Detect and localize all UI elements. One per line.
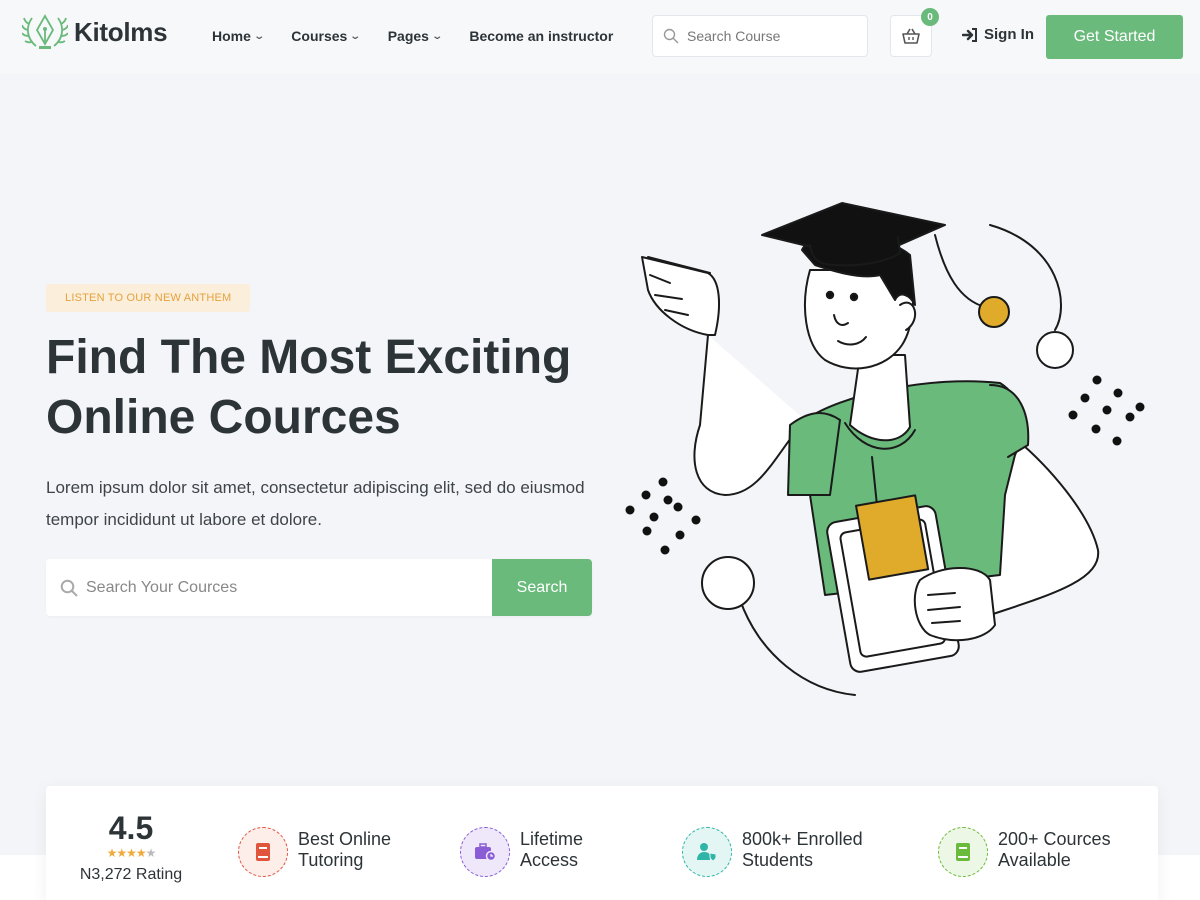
rating-count: N3,272 Rating [79,866,183,883]
feature-label: 200+ Cources Available [998,829,1111,871]
sign-in-link[interactable]: Sign In [962,26,1034,43]
nav-pages-label: Pages [387,28,429,44]
star-icon: ★ [116,846,127,860]
feature-label-line1: 800k+ Enrolled [742,829,863,849]
brand-logo[interactable]: Kitolms [22,12,168,52]
chevron-down-icon: ⌄ [431,30,444,42]
feature-icon-wrap [938,827,988,877]
feature-enrolled-students: 800k+ Enrolled Students [682,827,863,877]
feature-courses-available: 200+ Cources Available [938,827,1111,877]
stats-card: 4.5 ★★★★★ N3,272 Rating Best Online Tuto… [46,786,1158,900]
nav-become-instructor[interactable]: Become an instructor [469,28,613,44]
hero-search-input[interactable] [86,578,466,597]
anthem-tag[interactable]: LISTEN TO OUR NEW ANTHEM [46,284,251,312]
hero-title-line1: Find The Most Exciting [46,331,572,384]
sign-in-label: Sign In [984,26,1034,43]
user-shield-icon [697,843,717,862]
student-illustration [625,202,1145,696]
feature-label: 800k+ Enrolled Students [742,829,863,871]
header-search-input[interactable] [687,28,857,44]
basket-icon [902,28,920,44]
feature-best-tutoring: Best Online Tutoring [238,827,391,877]
hero-search: Search [46,559,592,616]
star-icon: ★ [106,846,118,860]
search-icon [663,28,679,44]
half-star-icon: ★ [145,846,157,860]
header-search [652,15,868,57]
nav-courses[interactable]: Courses ⌄ [291,28,362,44]
feature-label: Lifetime Access [520,829,583,871]
feature-icon-wrap [460,827,510,877]
feature-icon-wrap [682,827,732,877]
feature-lifetime-access: Lifetime Access [460,827,583,877]
hero-title: Find The Most Exciting Online Cources [46,328,606,448]
nav-home-label: Home [212,28,251,44]
brand-name: Kitolms [74,16,168,47]
book-icon [956,843,970,861]
rating-block: 4.5 ★★★★★ N3,272 Rating [76,810,186,884]
search-icon [60,579,78,597]
nav-pages[interactable]: Pages ⌄ [387,28,444,44]
cart-count-badge: 0 [921,8,939,26]
nav-become-instructor-label: Become an instructor [469,28,614,44]
feature-label-line2: Tutoring [298,850,364,870]
hero-description: Lorem ipsum dolor sit amet, consectetur … [46,478,585,529]
cart-button[interactable]: 0 [890,8,939,57]
feature-label-line1: Best Online [298,829,392,849]
site-header: Kitolms Home ⌄ Courses ⌄ Pages ⌄ Become … [0,0,1200,74]
feature-label-line1: 200+ Cources [998,829,1111,849]
hero-title-line2: Online Cources [46,391,401,444]
briefcase-clock-icon [475,843,496,861]
get-started-button[interactable]: Get Started [1046,15,1183,59]
book-icon [256,843,270,861]
star-icon: ★ [126,846,137,860]
laurel-pen-logo-icon [22,14,68,49]
feature-icon-wrap [238,827,288,877]
chevron-down-icon: ⌄ [349,30,362,42]
feature-label: Best Online Tutoring [298,829,391,871]
nav-home[interactable]: Home ⌄ [212,28,265,44]
feature-label-line2: Available [998,850,1071,870]
main-nav: Home ⌄ Courses ⌄ Pages ⌄ Become an instr… [212,28,613,44]
feature-label-line2: Access [520,850,579,870]
feature-label-line1: Lifetime [520,829,584,849]
hero-search-button[interactable]: Search [492,559,592,616]
rating-value: 4.5 [108,810,154,846]
rating-stars: ★★★★★ [76,846,186,860]
sign-in-icon [962,27,977,42]
nav-courses-label: Courses [291,28,348,44]
star-icon: ★ [135,846,147,860]
feature-label-line2: Students [742,850,814,870]
chevron-down-icon: ⌄ [253,30,265,42]
